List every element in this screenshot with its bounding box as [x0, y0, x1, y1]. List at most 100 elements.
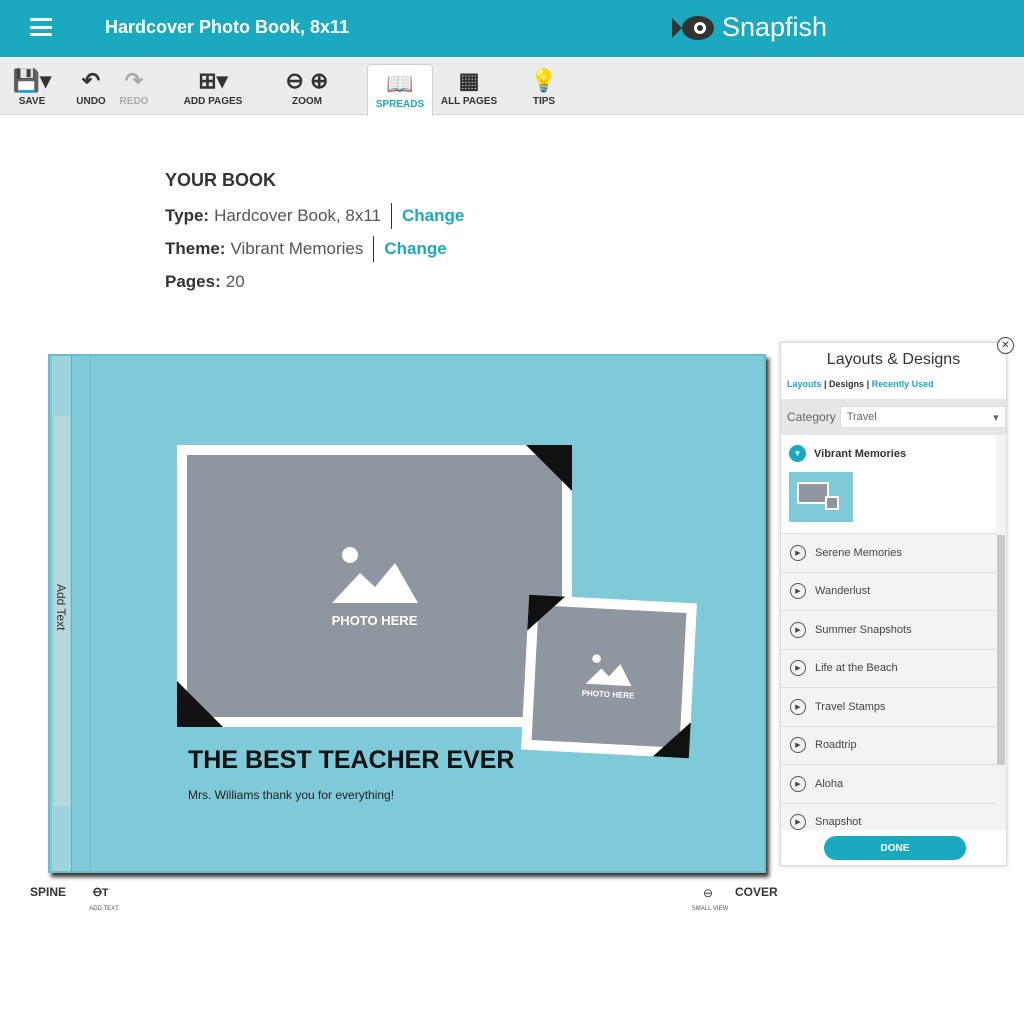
- design-item[interactable]: ▶ Wanderlust: [781, 572, 997, 611]
- theme-label: Theme:: [165, 239, 226, 258]
- category-value: Travel: [846, 411, 877, 423]
- zoom-icon: ⊖ ⊕: [285, 68, 329, 93]
- add-page-icon: ⊞▾: [198, 68, 228, 93]
- play-icon: ▶: [790, 544, 806, 561]
- theme-value: Vibrant Memories: [230, 239, 364, 258]
- spine-add-text[interactable]: Add Text: [54, 584, 68, 630]
- book-heading: YOUR BOOK: [165, 170, 277, 190]
- change-theme-link[interactable]: Change: [384, 239, 446, 259]
- play-icon: ▶: [790, 660, 806, 677]
- category-row: Category Travel ▾: [781, 399, 1006, 435]
- play-icon: ▶: [790, 775, 806, 792]
- category-select[interactable]: Travel ▾: [839, 406, 1006, 428]
- type-value: Hardcover Book, 8x11: [214, 206, 382, 225]
- type-label: Type:: [165, 206, 210, 225]
- snapfish-logo: Snapfish: [672, 12, 827, 43]
- add-text-label[interactable]: ADD TEXT: [84, 906, 124, 912]
- chevron-down-icon: ▼: [789, 445, 806, 462]
- design-name: Life at the Beach: [815, 662, 898, 675]
- undo-icon: ↶: [81, 68, 101, 93]
- zoom-control[interactable]: ⊖ ⊕ ZOOM: [272, 57, 342, 115]
- design-item[interactable]: ▶ Travel Stamps: [781, 688, 997, 727]
- lightbulb-icon: 💡: [530, 68, 558, 93]
- small-view-label[interactable]: SMALL VIEW: [688, 906, 732, 912]
- design-name: Vibrant Memories: [814, 447, 907, 460]
- design-name: Wanderlust: [815, 585, 871, 598]
- toolbar: 💾▾ SAVE ↶ UNDO ↷ REDO ⊞▾ ADD PAGES ⊖ ⊕ ZOOM 📖…: [0, 57, 1024, 116]
- layouts-designs-panel: Layouts & Designs Layouts | Designs | Re…: [780, 342, 1007, 866]
- design-item[interactable]: ▶ Serene Memories: [781, 534, 997, 573]
- save-label: SAVE: [18, 96, 46, 107]
- undo-button[interactable]: ↶ UNDO: [72, 57, 110, 115]
- play-icon: ▶: [790, 698, 806, 715]
- scrollbar[interactable]: [996, 435, 1006, 830]
- panel-tabs: Layouts | Designs | Recently Used: [787, 379, 934, 389]
- fish-icon: [672, 15, 714, 40]
- save-icon: 💾▾: [12, 68, 52, 93]
- design-item[interactable]: ▶ Summer Snapshots: [781, 611, 997, 650]
- tab-layouts[interactable]: Layouts: [787, 379, 822, 389]
- add-pages-button[interactable]: ⊞▾ ADD PAGES: [180, 57, 246, 115]
- cover-label: COVER: [735, 885, 778, 899]
- design-item[interactable]: ▶ Roadtrip: [781, 726, 997, 765]
- design-thumbnail[interactable]: [789, 472, 853, 522]
- book-subtitle-text[interactable]: Mrs. Williams thank you for everything!: [188, 788, 394, 802]
- design-name: Summer Snapshots: [815, 623, 912, 636]
- design-name: Serene Memories: [815, 546, 902, 559]
- undo-label: UNDO: [76, 96, 106, 107]
- image-icon: [331, 546, 418, 603]
- spine-label: SPINE: [30, 885, 67, 899]
- tips-label: TIPS: [532, 96, 556, 107]
- design-name: Travel Stamps: [815, 700, 886, 713]
- app-header: Hardcover Photo Book, 8x11 Snapfish: [0, 0, 1024, 57]
- play-icon: ▶: [790, 583, 806, 600]
- design-list: ▼ Vibrant Memories ▶ Serene Memories ▶ Wande…: [781, 435, 997, 830]
- divider: [373, 236, 375, 262]
- play-icon: ▶: [790, 737, 806, 754]
- redo-label: REDO: [119, 96, 149, 107]
- hamburger-menu-icon[interactable]: [30, 18, 52, 36]
- design-name: Roadtrip: [815, 739, 857, 752]
- add-pages-label: ADD PAGES: [183, 96, 243, 107]
- photo-frame-large[interactable]: PHOTO HERE: [177, 445, 572, 727]
- grid-icon: ▦: [458, 68, 480, 93]
- tips-button[interactable]: 💡 TIPS: [527, 57, 561, 115]
- tab-designs[interactable]: Designs: [829, 379, 864, 389]
- book-info: YOUR BOOK Type: Hardcover Book, 8x11 Chang…: [165, 170, 464, 304]
- chevron-down-icon: ▾: [993, 411, 999, 424]
- design-item[interactable]: ▶ Life at the Beach: [781, 649, 997, 688]
- design-name: Snapshot: [815, 816, 862, 829]
- book-title-text[interactable]: THE BEST TEACHER EVER: [188, 746, 514, 775]
- redo-button[interactable]: ↷ REDO: [115, 57, 153, 115]
- all-pages-tab[interactable]: ▦ ALL PAGES: [440, 57, 498, 115]
- photo-here-label: PHOTO HERE: [331, 612, 418, 628]
- tab-recently-used[interactable]: Recently Used: [872, 379, 934, 389]
- brand-name: Snapfish: [722, 12, 828, 42]
- play-icon: ▶: [790, 621, 806, 638]
- panel-title: Layouts & Designs: [826, 351, 961, 368]
- design-group-expanded[interactable]: ▼ Vibrant Memories: [781, 435, 997, 534]
- design-item[interactable]: ▶ Aloha: [781, 765, 997, 804]
- save-button[interactable]: 💾▾ SAVE: [12, 57, 52, 115]
- category-label: Category: [787, 410, 836, 424]
- add-text-icon[interactable]: ꝊT: [93, 886, 109, 899]
- book-spread[interactable]: Add Text PHOTO HERE PHOTO HERE THE BEST …: [48, 354, 766, 873]
- pages-value: 20: [225, 272, 245, 291]
- pages-label: Pages:: [165, 272, 221, 291]
- photo-placeholder[interactable]: PHOTO HERE: [187, 455, 562, 717]
- zoom-label: ZOOM: [292, 96, 322, 107]
- done-button[interactable]: DONE: [824, 836, 966, 860]
- project-title: Hardcover Photo Book, 8x11: [105, 17, 350, 37]
- divider: [391, 203, 393, 229]
- image-icon: [585, 654, 632, 687]
- change-type-link[interactable]: Change: [402, 206, 464, 226]
- design-name: Aloha: [815, 777, 844, 790]
- design-item[interactable]: ▶ Snapshot: [781, 803, 997, 830]
- spreads-tab[interactable]: 📖 SPREADS: [367, 64, 433, 116]
- play-icon: ▶: [790, 814, 806, 830]
- close-icon[interactable]: ✕: [997, 337, 1014, 354]
- zoom-out-icon[interactable]: ⊖: [703, 886, 713, 900]
- all-pages-label: ALL PAGES: [440, 96, 498, 107]
- photo-here-label: PHOTO HERE: [581, 688, 635, 701]
- photo-frame-small[interactable]: PHOTO HERE: [521, 594, 697, 759]
